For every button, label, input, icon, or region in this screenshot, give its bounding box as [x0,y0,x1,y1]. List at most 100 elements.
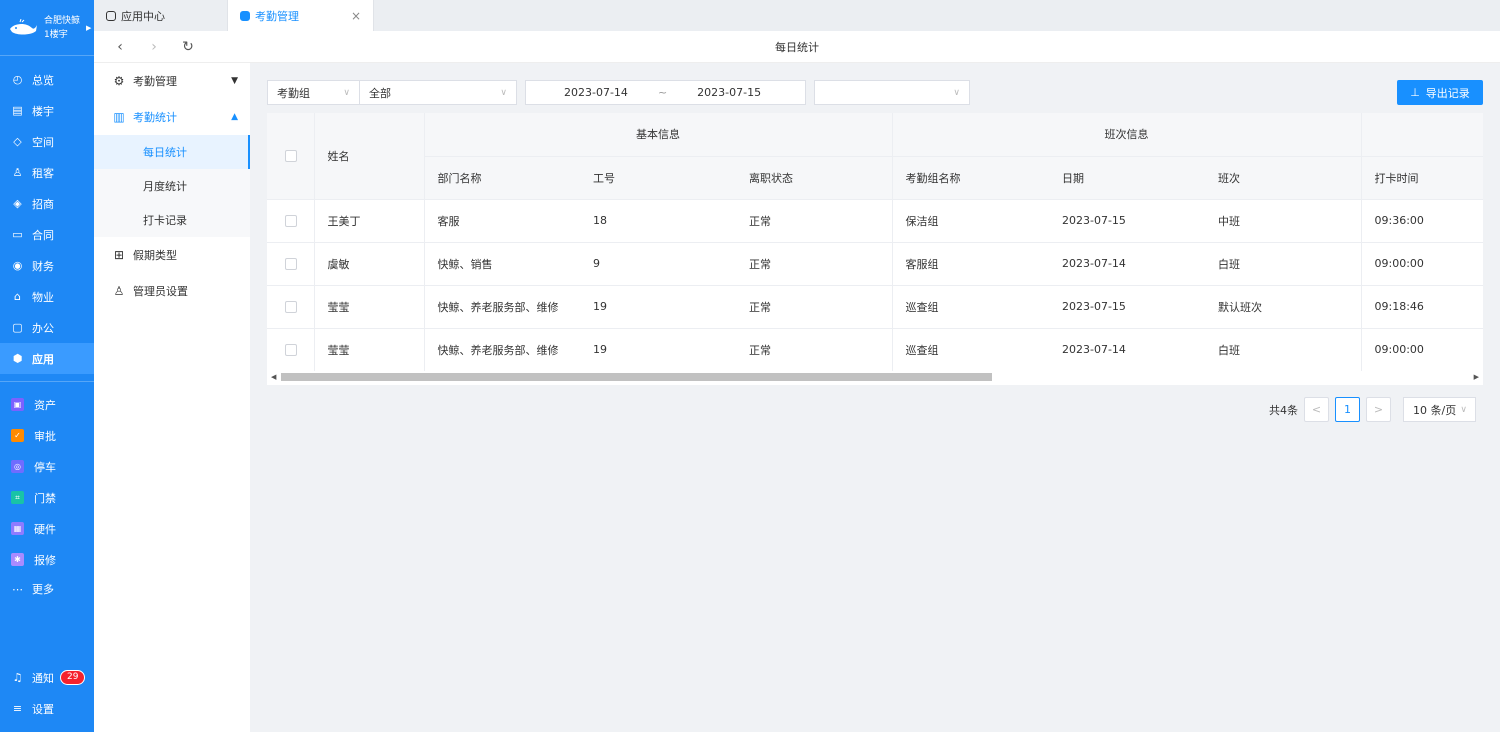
cell-date: 2023-07-15 [1049,285,1205,329]
scroll-left-arrow-icon[interactable]: ◀ [271,371,276,383]
nav-item-overview[interactable]: ◴ 总览 [0,64,94,95]
access-icon: ⌗ [11,491,24,504]
submenu-monthly-stats[interactable]: 月度统计 [94,169,250,203]
page-size-select[interactable]: 10 条/页 ∨ [1403,397,1476,422]
cell-name: 王美丁 [313,199,424,243]
row-checkbox[interactable] [285,258,297,270]
date-end[interactable]: 2023-07-15 [697,86,761,99]
prev-page-button[interactable]: < [1304,397,1329,422]
select-all-checkbox[interactable] [285,150,297,163]
export-records-button[interactable]: ⊥ 导出记录 [1397,80,1483,105]
group-header-basic: 基本信息 [423,113,892,157]
main-nav: 合肥快鲸 1楼宇 ▶ ◴ 总览 ▤ 楼宇 ◇ 空间 ♙ 租客 ◈ 招商 ▭ 合同 ◉ 财务 ⌂… [0,0,94,732]
submenu-admin-settings[interactable]: ♙ 管理员设置 [94,273,250,309]
submenu-clockin-records[interactable]: 打卡记录 [94,203,250,237]
table-row[interactable]: 虞敏 快鲸、销售 9 正常 客服组 2023-07-14 白班 09:00:00 [267,242,1483,286]
cell-clock: 09:18:46 [1360,285,1483,329]
app-center-icon [106,10,116,21]
group-value-select[interactable]: 全部 ∨ [360,80,517,105]
page-toolbar: ‹ › ↻ 每日统计 [94,31,1500,63]
refresh-icon[interactable]: ↻ [180,39,196,55]
whale-logo-icon [8,18,38,37]
asset-icon: ▣ [11,398,24,411]
app-cube-icon: ⬢ [12,352,23,365]
download-icon: ⊥ [1410,86,1420,99]
brand-company: 合肥快鲸 [44,15,81,26]
next-page-button[interactable]: > [1366,397,1391,422]
cell-shift: 白班 [1205,328,1361,372]
col-header-date: 日期 [1049,156,1205,200]
brand-switcher[interactable]: 合肥快鲸 1楼宇 ▶ [0,0,94,56]
repair-icon: ✱ [11,553,24,566]
more-dots-icon: ⋯ [12,582,23,596]
nav-item-leasing[interactable]: ◈ 招商 [0,188,94,219]
document-icon: ▭ [12,228,23,241]
home-icon: ⌂ [14,290,21,303]
nav-more[interactable]: ⋯ 更多 [0,575,94,603]
cell-group: 客服组 [891,242,1049,286]
tab-attendance[interactable]: 考勤管理 × [228,0,374,31]
attendance-submenu: ⚙ 考勤管理 ▼ ▥ 考勤统计 ▲ 每日统计 月度统计 打卡记录 ⊞ 假期类型 ♙ 管理员设… [94,63,250,732]
nav-app-approval[interactable]: ✓ 审批 [0,420,94,451]
row-checkbox[interactable] [285,301,297,313]
nav-item-tenant[interactable]: ♙ 租客 [0,157,94,188]
nav-item-apps[interactable]: ⬢ 应用 [0,343,94,374]
nav-app-parking[interactable]: ◎ 停车 [0,451,94,482]
submenu-label: 打卡记录 [143,214,187,227]
cell-emp-no: 9 [580,242,736,286]
back-arrow-icon[interactable]: ‹ [112,39,128,55]
col-header-shift: 班次 [1205,156,1361,200]
submenu-daily-stats[interactable]: 每日统计 [94,135,250,169]
nav-item-finance[interactable]: ◉ 财务 [0,250,94,281]
row-checkbox[interactable] [285,215,297,227]
table-row[interactable]: 莹莹 快鲸、养老服务部、维修 19 正常 巡查组 2023-07-15 默认班次… [267,285,1483,329]
grid-icon: ⊞ [113,248,125,262]
approval-icon: ✓ [11,429,24,442]
cell-name: 虞敏 [313,242,424,286]
row-checkbox[interactable] [285,344,297,356]
table-horizontal-scrollbar[interactable]: ◀ ▶ [267,371,1483,383]
submenu-label: 考勤统计 [133,111,177,124]
cell-clock: 09:36:00 [1360,199,1483,243]
scroll-right-arrow-icon[interactable]: ▶ [1474,371,1479,383]
tab-app-center[interactable]: 应用中心 [94,0,228,31]
cell-dept: 客服 [423,199,580,243]
cell-status: 正常 [736,285,892,329]
close-tab-icon[interactable]: × [351,9,361,23]
date-start[interactable]: 2023-07-14 [564,86,628,99]
date-range-picker[interactable]: 2023-07-14 ~ 2023-07-15 [525,80,806,105]
main-content: 考勤组 ∨ 全部 ∨ 2023-07-14 ~ 2023-07-15 ∨ ⊥ 导出记录… [250,63,1500,732]
nav-item-property[interactable]: ⌂ 物业 [0,281,94,312]
nav-item-contract[interactable]: ▭ 合同 [0,219,94,250]
header-select-all [267,113,314,200]
nav-item-label: 物业 [32,290,54,304]
page-number-button[interactable]: 1 [1335,397,1360,422]
submenu-leave-types[interactable]: ⊞ 假期类型 [94,237,250,273]
submenu-attendance-stats[interactable]: ▥ 考勤统计 ▲ [94,99,250,135]
nav-item-space[interactable]: ◇ 空间 [0,126,94,157]
forward-arrow-icon[interactable]: › [146,39,162,55]
table-row[interactable]: 莹莹 快鲸、养老服务部、维修 19 正常 巡查组 2023-07-14 白班 0… [267,328,1483,372]
nav-notify[interactable]: ♫ 通知 29 [0,662,94,693]
nav-item-label: 合同 [32,228,54,242]
notify-count-badge: 29 [60,670,86,685]
cell-dept: 快鲸、养老服务部、维修 [423,328,580,372]
group-type-select[interactable]: 考勤组 ∨ [267,80,360,105]
nav-app-repair[interactable]: ✱ 报修 [0,544,94,575]
nav-app-asset[interactable]: ▣ 资产 [0,389,94,420]
cell-name: 莹莹 [313,285,424,329]
col-header-emp-no: 工号 [580,156,736,200]
nav-settings[interactable]: ≡ 设置 [0,693,94,724]
cell-emp-no: 19 [580,328,736,372]
submenu-attendance-management[interactable]: ⚙ 考勤管理 ▼ [94,63,250,99]
submenu-label: 假期类型 [133,249,177,262]
nav-item-building[interactable]: ▤ 楼宇 [0,95,94,126]
nav-app-access[interactable]: ⌗ 门禁 [0,482,94,513]
col-header-status: 离职状态 [736,156,892,200]
cell-shift: 中班 [1205,199,1361,243]
table-row[interactable]: 王美丁 客服 18 正常 保洁组 2023-07-15 中班 09:36:00 [267,199,1483,243]
scrollbar-thumb[interactable] [281,373,992,381]
nav-app-hardware[interactable]: ▦ 硬件 [0,513,94,544]
nav-item-office[interactable]: ▢ 办公 [0,312,94,343]
extra-filter-select[interactable]: ∨ [814,80,970,105]
